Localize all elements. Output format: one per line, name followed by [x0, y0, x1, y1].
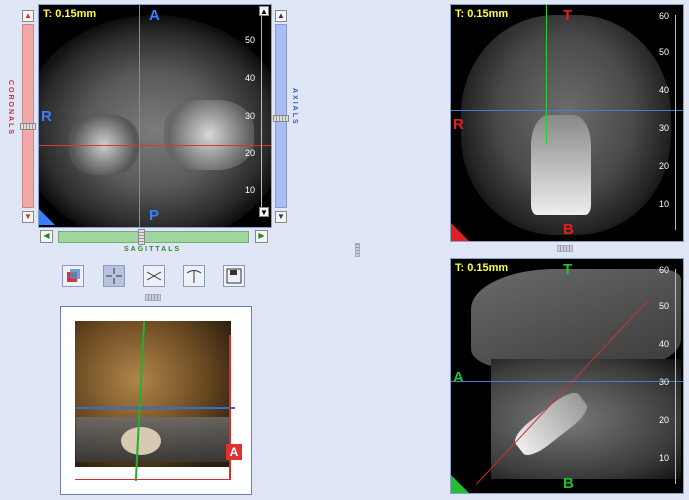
volume-corner-label: A — [226, 444, 242, 460]
axial-line[interactable] — [451, 381, 683, 382]
ruler-tick-label: 20 — [245, 148, 256, 158]
axials-slider-thumb[interactable] — [273, 115, 289, 122]
splitter-grip[interactable] — [355, 243, 360, 257]
coronals-label: CORONALS — [7, 80, 14, 137]
axials-up-button[interactable]: ▲ — [275, 10, 287, 22]
angle-icon — [186, 270, 202, 283]
orient-right: R — [41, 108, 52, 125]
orient-right: R — [453, 116, 464, 133]
measure-icon — [146, 271, 162, 281]
sagittal-line[interactable] — [546, 5, 547, 145]
axials-label: AXIALS — [291, 88, 298, 126]
sagittals-right-button[interactable]: ▶ — [255, 230, 268, 243]
angle-button[interactable] — [183, 265, 205, 287]
coronals-slider-track[interactable] — [22, 24, 34, 208]
ruler-tick-label: 20 — [659, 415, 670, 425]
orient-anterior: A — [149, 7, 160, 24]
save-button[interactable] — [223, 265, 245, 287]
coronals-up-button[interactable]: ▲ — [22, 10, 34, 22]
ruler-tick-label: 10 — [659, 199, 670, 209]
scan-image — [491, 359, 681, 479]
orient-top: T — [563, 261, 573, 278]
corner-marker — [451, 223, 469, 241]
orient-bottom: B — [563, 221, 574, 238]
bone-region — [164, 100, 254, 170]
ruler-tick-label: 30 — [659, 123, 670, 133]
tooth-render — [121, 427, 161, 455]
coronal-line[interactable] — [39, 145, 271, 146]
ruler-tick-label: 50 — [245, 35, 256, 45]
ruler-tick-label: 60 — [659, 265, 670, 275]
ruler-tick-label: 40 — [659, 339, 670, 349]
axial-plane-line — [75, 407, 235, 409]
tooth-crown — [531, 115, 591, 215]
ruler-tick-label: 10 — [245, 185, 256, 195]
ruler-tick-label: 30 — [659, 377, 670, 387]
sagittals-label: SAGITTALS — [124, 246, 182, 253]
corner-marker — [39, 209, 55, 225]
coronal-plane-line — [75, 479, 231, 480]
ruler-tick-label: 10 — [659, 453, 670, 463]
crosshair-icon — [106, 268, 122, 284]
scroll-up-button[interactable]: ▲ — [259, 6, 269, 16]
axials-down-button[interactable]: ▼ — [275, 211, 287, 223]
corner-marker — [451, 475, 469, 493]
layers-icon — [67, 269, 80, 282]
resize-grip[interactable] — [557, 245, 573, 252]
axial-line[interactable] — [451, 110, 683, 111]
sagittal-view[interactable]: T: 0.15mm T A B 60 50 40 30 20 10 — [450, 258, 684, 494]
ruler-axis — [261, 15, 262, 215]
orient-anterior: A — [453, 369, 464, 386]
thickness-label: T: 0.15mm — [455, 8, 509, 20]
thickness-label: T: 0.15mm — [455, 262, 509, 274]
scan-image — [471, 269, 681, 369]
ruler-tick-label: 20 — [659, 161, 670, 171]
volume-view[interactable]: A — [60, 306, 252, 495]
ruler-tick-label: 40 — [245, 73, 256, 83]
sagittal-line[interactable] — [139, 5, 140, 227]
measure-button[interactable] — [143, 265, 165, 287]
orient-bottom: B — [563, 475, 574, 492]
ruler-tick-label: 30 — [245, 111, 256, 121]
ruler-axis — [675, 15, 676, 230]
resize-grip[interactable] — [145, 294, 161, 301]
ruler-tick-label: 50 — [659, 301, 670, 311]
orient-top: T — [563, 7, 573, 24]
ruler-axis — [675, 269, 676, 484]
thickness-label: T: 0.15mm — [43, 8, 97, 20]
coronal-view[interactable]: T: 0.15mm T R B 60 50 40 30 20 10 — [450, 4, 684, 242]
layers-button[interactable] — [62, 265, 84, 287]
coronals-down-button[interactable]: ▼ — [22, 211, 34, 223]
ruler-tick-label: 60 — [659, 11, 670, 21]
sagittals-slider-thumb[interactable] — [138, 229, 145, 245]
ruler-tick-label: 40 — [659, 85, 670, 95]
sagittals-left-button[interactable]: ◀ — [40, 230, 53, 243]
ruler-tick-label: 50 — [659, 47, 670, 57]
crosshair-button[interactable] — [103, 265, 125, 287]
axial-view[interactable]: T: 0.15mm A R P 50 40 30 20 10 — [38, 4, 272, 228]
coronals-slider-thumb[interactable] — [20, 123, 36, 130]
orient-posterior: P — [149, 207, 160, 224]
scroll-down-button[interactable]: ▼ — [259, 207, 269, 217]
sagittals-slider-track[interactable] — [58, 231, 249, 243]
save-icon — [226, 268, 242, 284]
